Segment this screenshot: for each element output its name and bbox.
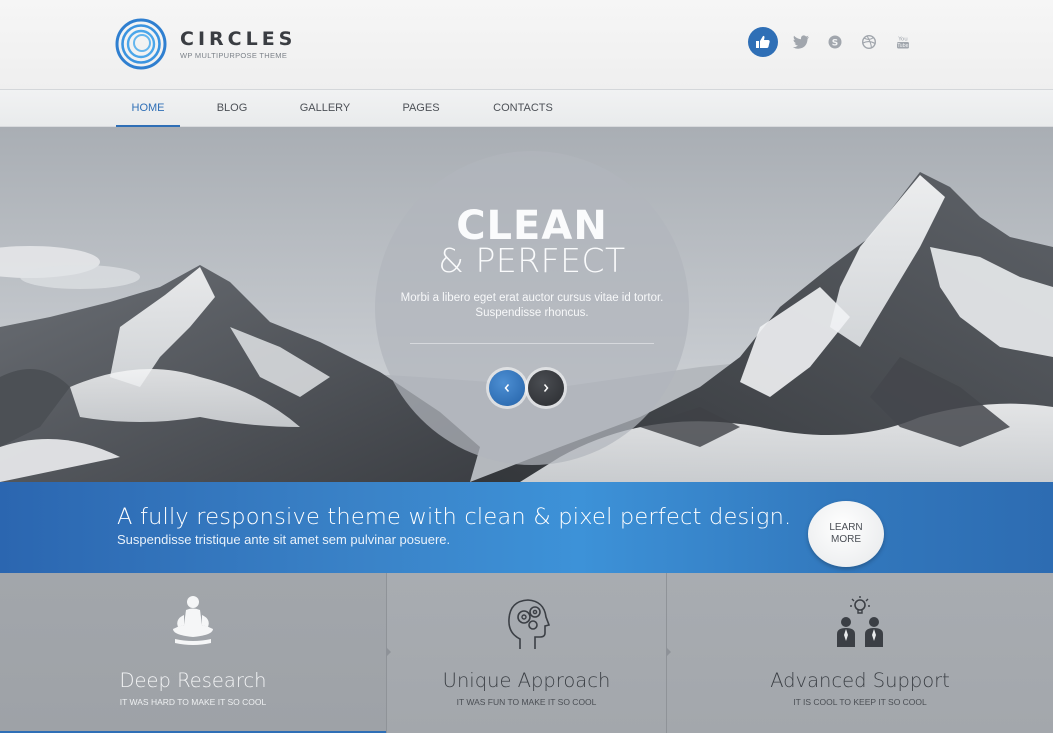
thumbs-up-icon (756, 35, 770, 48)
feature-subtitle: IT IS COOL TO KEEP IT SO COOL (793, 697, 927, 707)
svg-text:S: S (832, 39, 838, 49)
divider-arrow-icon (386, 647, 391, 657)
chevron-left-icon (504, 384, 510, 392)
divider-arrow-icon (666, 647, 671, 657)
nav-item-gallery[interactable]: GALLERY (294, 90, 356, 127)
feature-title: Advanced Support (770, 669, 950, 692)
svg-text:Tube: Tube (896, 43, 908, 49)
svg-text:You: You (897, 37, 907, 43)
twitter-link[interactable] (786, 27, 816, 57)
chevron-right-icon (543, 384, 549, 392)
social-links: S You Tube (748, 27, 922, 57)
youtube-icon: You Tube (896, 37, 909, 49)
brand-name: CIRCLES (180, 27, 297, 50)
main-navigation: HOME BLOG GALLERY PAGES CONTACTS (0, 89, 1053, 127)
feature-unique-approach[interactable]: Unique Approach IT WAS FUN TO MAKE IT SO… (386, 573, 666, 733)
team-idea-icon (837, 596, 883, 647)
banner-title: A fully responsive theme with clean & pi… (117, 504, 792, 530)
brand-tagline: WP MULTIPURPOSE THEME (180, 50, 288, 60)
feature-deep-research[interactable]: Deep Research IT WAS HARD TO MAKE IT SO … (0, 573, 386, 733)
hero-subtitle: & PERFECT (438, 241, 626, 280)
dribbble-link[interactable] (854, 27, 884, 57)
nav-item-home[interactable]: HOME (116, 90, 180, 127)
hero-slider: CLEAN & PERFECT Morbi a libero eget erat… (0, 127, 1053, 482)
feature-advanced-support[interactable]: Advanced Support IT IS COOL TO KEEP IT S… (666, 573, 1053, 733)
feature-subtitle: IT WAS HARD TO MAKE IT SO COOL (119, 697, 267, 707)
slider-next-button[interactable] (528, 370, 564, 406)
feature-subtitle: IT WAS FUN TO MAKE IT SO COOL (456, 697, 597, 707)
youtube-link[interactable]: You Tube (888, 27, 918, 57)
skype-link[interactable]: S (820, 27, 850, 57)
nav-item-blog[interactable]: BLOG (207, 90, 257, 127)
nav-item-pages[interactable]: PAGES (396, 90, 446, 127)
hero-text: Morbi a libero eget erat auctor cursus v… (400, 292, 664, 319)
site-logo[interactable]: CIRCLES WP MULTIPURPOSE THEME (115, 18, 296, 70)
nav-item-contacts[interactable]: CONTACTS (485, 90, 561, 127)
banner-subtitle: Suspendisse tristique ante sit amet sem … (117, 532, 451, 547)
meditation-person-icon (173, 596, 213, 645)
twitter-icon (792, 35, 809, 49)
slider-prev-button[interactable] (489, 370, 525, 406)
feature-title: Unique Approach (442, 669, 611, 692)
facebook-like-button[interactable] (748, 27, 778, 57)
skype-icon: S (828, 35, 842, 49)
learn-more-button[interactable]: LEARN MORE (808, 501, 884, 567)
feature-title: Deep Research (119, 669, 267, 692)
promo-banner: A fully responsive theme with clean & pi… (0, 482, 1053, 573)
head-gears-icon (507, 599, 550, 649)
features-row: Deep Research IT WAS HARD TO MAKE IT SO … (0, 573, 1053, 733)
hero-divider (410, 343, 654, 344)
dribbble-icon (861, 34, 877, 50)
circles-logo-icon (115, 18, 167, 70)
site-header: CIRCLES WP MULTIPURPOSE THEME S You Tube (0, 0, 1053, 89)
